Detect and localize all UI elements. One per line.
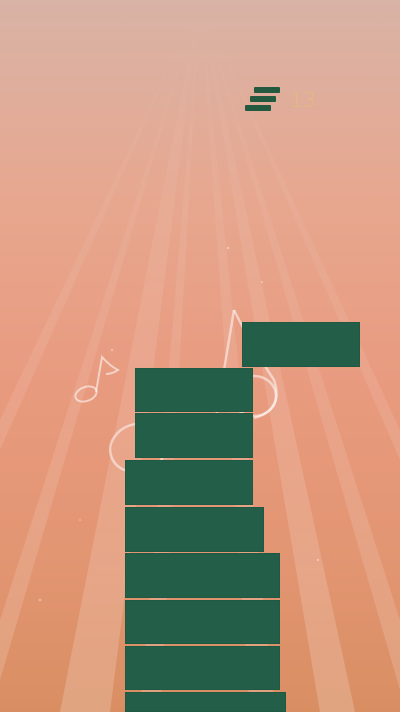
score-display: 13	[244, 85, 315, 115]
stacked-block	[125, 646, 280, 690]
music-note-icon	[74, 354, 120, 403]
stacked-block	[125, 692, 286, 712]
stacked-block	[125, 600, 280, 644]
stacked-block	[135, 368, 253, 412]
game-scene[interactable]: 13	[0, 0, 400, 712]
moving-block[interactable]	[242, 322, 360, 367]
stacked-block	[125, 507, 264, 552]
stacked-block	[125, 460, 253, 505]
score-value: 13	[290, 88, 316, 112]
stacked-block	[135, 413, 253, 458]
stack-blocks-icon	[244, 85, 284, 115]
stacked-block	[125, 553, 280, 598]
